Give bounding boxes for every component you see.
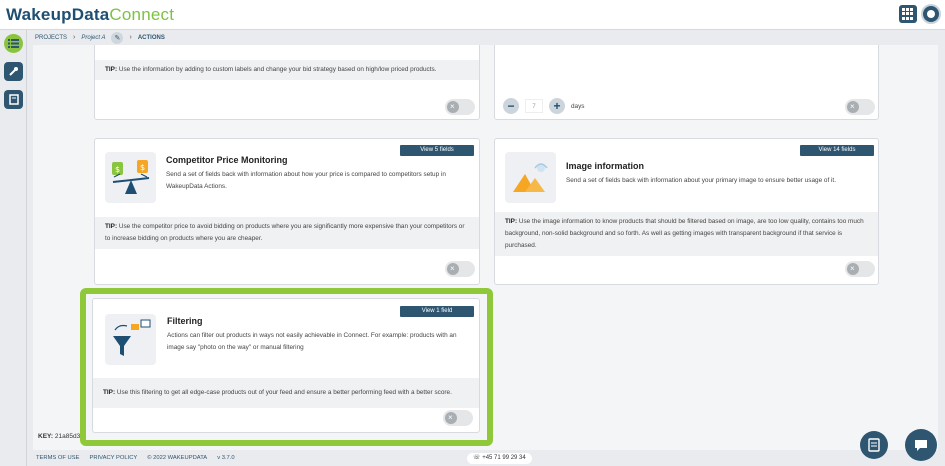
action-card-competitor-price: View 5 fields $ $ Competitor Price Monit… xyxy=(94,138,480,285)
tip-label: TIP: xyxy=(103,389,116,396)
tip-box: TIP: Use the information by adding to cu… xyxy=(95,60,479,80)
privacy-link[interactable]: PRIVACY POLICY xyxy=(89,455,137,461)
key-label: KEY: xyxy=(38,433,54,440)
logo-primary: WakeupData xyxy=(6,5,110,24)
breadcrumb-project[interactable]: Project A xyxy=(81,35,105,41)
terms-link[interactable]: TERMS OF USE xyxy=(36,455,79,461)
decrement-button[interactable]: − xyxy=(503,98,519,114)
phone-number[interactable]: ☏ +45 71 99 29 34 xyxy=(467,453,532,464)
breadcrumb-projects[interactable]: PROJECTS xyxy=(35,35,67,41)
card-description: Send a set of fields back with informati… xyxy=(566,177,836,184)
avatar[interactable] xyxy=(921,4,941,24)
tip-label: TIP: xyxy=(105,223,118,230)
image-icon xyxy=(505,152,556,203)
key-value: 21a85d3 xyxy=(54,433,81,440)
breadcrumb-current: ACTIONS xyxy=(137,34,165,41)
filter-icon xyxy=(105,314,156,365)
view-fields-button[interactable]: View 14 fields xyxy=(800,145,874,156)
x-icon: × xyxy=(850,264,855,273)
increment-button[interactable]: + xyxy=(549,98,565,114)
action-card-image-info: View 14 fields Image information Send a … xyxy=(494,138,879,285)
pencil-icon[interactable]: ✎ xyxy=(111,31,124,44)
tip-text: Use the image information to know produc… xyxy=(505,218,864,249)
x-icon: × xyxy=(448,413,453,422)
breadcrumb: PROJECTS › Project A ✎ › ACTIONS xyxy=(27,30,945,45)
apps-grid-icon[interactable] xyxy=(899,5,917,23)
enable-toggle[interactable]: × xyxy=(445,261,475,277)
tip-box: TIP: Use the image information to know p… xyxy=(495,212,878,256)
card-title: Image information xyxy=(566,161,645,171)
left-rail xyxy=(0,30,27,466)
docs-icon[interactable] xyxy=(860,431,888,459)
days-input[interactable]: 7 xyxy=(525,99,543,113)
logo[interactable]: WakeupDataConnect xyxy=(6,5,174,25)
phone-text: +45 71 99 29 34 xyxy=(482,455,526,461)
svg-text:$: $ xyxy=(140,163,145,172)
project-key: KEY: 21a85d3 xyxy=(38,433,80,440)
card-title: Competitor Price Monitoring xyxy=(166,155,288,165)
tip-label: TIP: xyxy=(105,66,118,73)
x-icon: × xyxy=(850,102,855,111)
book-icon[interactable] xyxy=(4,90,23,109)
tip-box: TIP: Use the competitor price to avoid b… xyxy=(95,217,479,249)
chevron-right-icon: › xyxy=(129,34,132,41)
svg-text:$: $ xyxy=(115,165,120,174)
view-fields-button[interactable]: View 1 field xyxy=(400,306,474,317)
list-icon[interactable] xyxy=(4,34,23,53)
enable-toggle[interactable]: × xyxy=(445,99,475,115)
tip-text: Use the competitor price to avoid biddin… xyxy=(105,223,465,242)
enable-toggle[interactable]: × xyxy=(845,99,875,115)
action-card-top-right: − 7 + days × xyxy=(494,45,879,120)
days-label: days xyxy=(571,102,585,110)
days-stepper: − 7 + days xyxy=(503,98,585,114)
chevron-right-icon: › xyxy=(73,34,76,41)
tip-text: Use this filtering to get all edge-case … xyxy=(116,389,452,396)
card-description: Actions can filter out products in ways … xyxy=(167,332,457,351)
card-description: Send a set of fields back with informati… xyxy=(166,171,446,190)
scale-icon: $ $ xyxy=(105,152,156,203)
action-card-filtering: View 1 field Filtering Actions can filte… xyxy=(92,298,480,433)
view-fields-button[interactable]: View 5 fields xyxy=(400,145,474,156)
actions-content: TIP: Use the information by adding to cu… xyxy=(33,45,938,450)
logo-secondary: Connect xyxy=(109,5,175,24)
tip-label: TIP: xyxy=(505,218,518,225)
tip-text: Use the information by adding to custom … xyxy=(118,66,437,73)
version: v 3.7.0 xyxy=(217,455,235,461)
top-bar: WakeupDataConnect xyxy=(0,0,945,30)
copyright: © 2022 WAKEUPDATA xyxy=(147,455,208,461)
card-title: Filtering xyxy=(167,316,203,326)
x-icon: × xyxy=(450,264,455,273)
phone-icon: ☏ xyxy=(473,455,481,461)
tip-box: TIP: Use this filtering to get all edge-… xyxy=(93,378,479,408)
enable-toggle[interactable]: × xyxy=(845,261,875,277)
tools-icon[interactable] xyxy=(4,62,23,81)
enable-toggle[interactable]: × xyxy=(443,410,473,426)
chat-icon[interactable] xyxy=(905,429,937,461)
x-icon: × xyxy=(450,102,455,111)
action-card-top-left: TIP: Use the information by adding to cu… xyxy=(94,45,480,120)
